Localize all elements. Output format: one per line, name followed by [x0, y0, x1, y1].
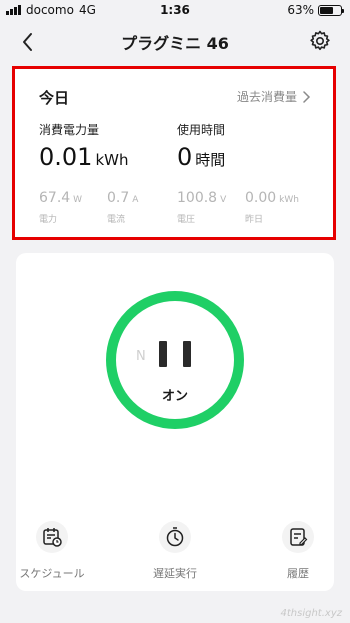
consumption-label: 消費電力量 [39, 123, 100, 137]
power-unit: W [73, 195, 83, 205]
schedule-label: スケジュール [19, 567, 85, 580]
power-state-label: オン [161, 389, 188, 404]
power-stat: 67.4 W 電力 [39, 187, 82, 225]
outlet-slot-right [183, 341, 191, 367]
current-label: 電流 [107, 215, 126, 225]
usage-time-value: 0 時間 [177, 143, 225, 171]
usage-time-label: 使用時間 [177, 123, 226, 137]
history-button[interactable]: 履歴 [258, 521, 338, 581]
device-panel: N オン スケジュール 遅延実行 履歴 [16, 253, 334, 591]
voltage-unit: V [220, 195, 227, 205]
current-unit: A [132, 195, 139, 205]
watermark: 4thsight.xyz [280, 608, 342, 619]
voltage-label: 電圧 [177, 215, 196, 225]
chevron-right-icon [303, 90, 311, 103]
consumption-number: 0.01 [39, 143, 93, 171]
consumption-unit: kWh [95, 151, 129, 169]
current-stat: 0.7 A 電流 [107, 187, 138, 225]
delay-timer-button[interactable]: 遅延実行 [135, 521, 215, 581]
consumption-value: 0.01 kWh [39, 143, 128, 171]
energy-summary-card: 今日 過去消費量 消費電力量 0.01 kWh 使用時間 0 時間 67.4 W 電力… [12, 66, 336, 240]
yesterday-value: 0.00 [245, 190, 277, 206]
usage-time-number: 0 [177, 143, 193, 171]
history-link-label: 過去消費量 [236, 90, 297, 104]
current-value: 0.7 [107, 190, 130, 206]
status-bar: docomo 4G 1:36 63% [0, 0, 350, 22]
voltage-stat: 100.8 V 電圧 [177, 187, 226, 225]
yesterday-unit: kWh [279, 195, 299, 205]
history-label: 履歴 [287, 567, 309, 580]
neutral-label: N [136, 349, 146, 364]
page-title: プラグミニ 46 [121, 34, 229, 53]
outlet-slot-left [159, 341, 167, 367]
calendar-clock-icon [43, 528, 62, 547]
timer-icon [166, 527, 184, 547]
period-label: 今日 [39, 89, 70, 107]
nav-bar: プラグミニ 46 [0, 22, 350, 62]
delay-timer-label: 遅延実行 [153, 567, 197, 580]
schedule-button[interactable]: スケジュール [12, 521, 92, 581]
history-log-icon [290, 528, 308, 546]
power-value: 67.4 [39, 190, 71, 206]
power-toggle-button[interactable]: N オン [106, 291, 244, 429]
battery-icon [318, 4, 344, 16]
battery-percent: 63% [287, 3, 314, 17]
history-consumption-link[interactable]: 過去消費量 [237, 88, 311, 105]
power-label: 電力 [39, 215, 58, 225]
gear-icon[interactable] [308, 29, 332, 53]
yesterday-stat: 0.00 kWh 昨日 [245, 187, 299, 225]
voltage-value: 100.8 [177, 190, 218, 206]
yesterday-label: 昨日 [245, 215, 264, 225]
usage-time-unit: 時間 [195, 151, 226, 169]
